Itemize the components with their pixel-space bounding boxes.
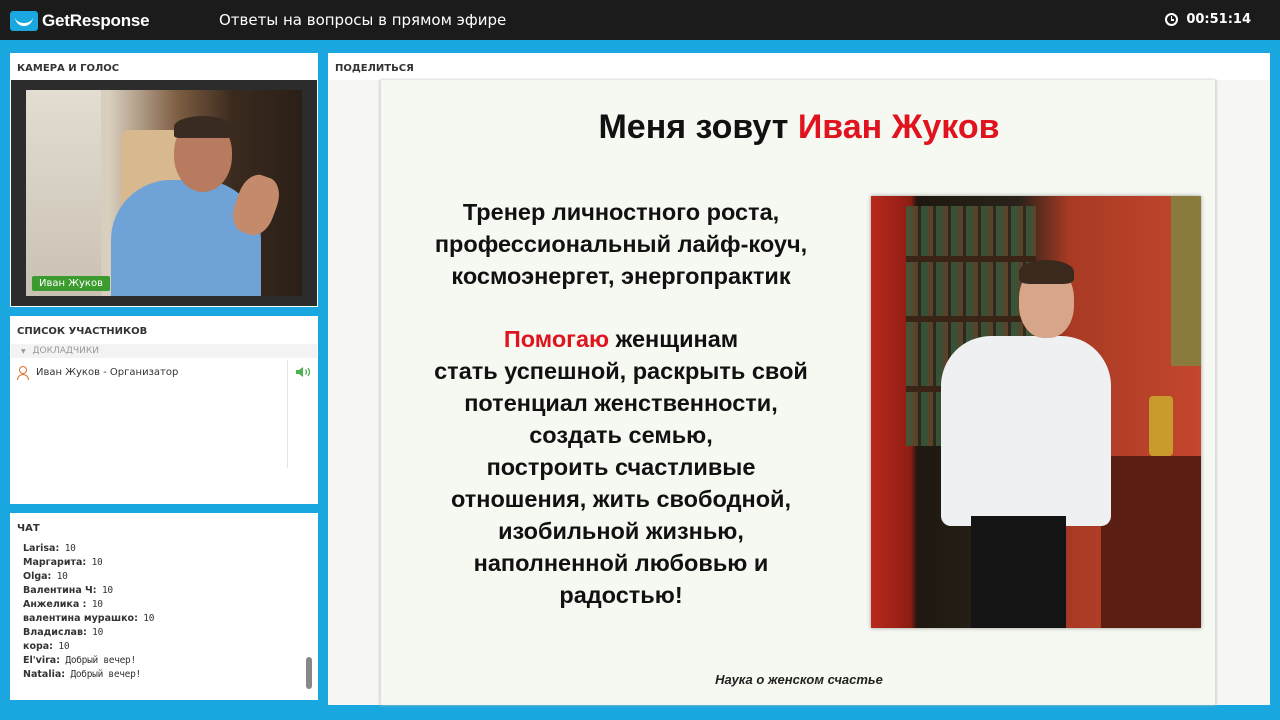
slide-caption: Наука о женском счастье	[715, 672, 883, 687]
slide-title-prefix: Меня зовут	[598, 108, 798, 146]
presenter-photo	[871, 196, 1201, 628]
chat-text: Добрый вечер!	[65, 669, 141, 680]
chat-author: валентина мурашко:	[23, 613, 138, 624]
slide-line: отношения, жить свободной,	[450, 486, 792, 512]
presentation-slide: Меня зовут Иван Жуков Тренер личностного…	[380, 80, 1216, 705]
column-divider	[287, 360, 288, 468]
clock-icon	[1165, 13, 1179, 26]
participants-panel-title: СПИСОК УЧАСТНИКОВ	[17, 326, 148, 337]
top-bar: GetResponse Ответы на вопросы в прямом э…	[0, 0, 1280, 40]
slide-line: радостью!	[559, 582, 683, 608]
presenter-name-tag: Иван Жуков	[32, 276, 110, 291]
chat-text: 10	[51, 571, 68, 582]
chat-text: 10	[59, 543, 76, 554]
collapse-arrow-icon[interactable]: ▼	[21, 348, 26, 355]
slide-highlight: Помогаю	[503, 326, 610, 352]
chat-author: Валентина Ч:	[23, 585, 97, 596]
share-panel: ПОДЕЛИТЬСЯ Меня зовут Иван Жуков Тренер …	[328, 53, 1270, 705]
chat-author: Владислав:	[23, 627, 87, 638]
chat-author: Olga:	[23, 571, 52, 582]
chat-message: Валентина Ч: 10	[23, 584, 303, 598]
slide-line: потенциал женственности,	[464, 390, 778, 416]
chat-message: Olga: 10	[23, 570, 303, 584]
chat-text: 10	[86, 599, 103, 610]
chat-message: Larisa: 10	[23, 542, 303, 556]
camera-frame: Иван Жуков	[11, 80, 317, 306]
speakers-group-label: ДОКЛАДЧИКИ	[32, 346, 100, 356]
participant-row[interactable]: Иван Жуков - Организатор	[16, 364, 286, 380]
chat-message: El'vira: Добрый вечер!	[23, 654, 303, 668]
slide-line: космоэнергет, энергопрактик	[451, 263, 791, 289]
camera-panel-title: КАМЕРА И ГОЛОС	[17, 63, 120, 74]
chat-message-list: Larisa: 10 Маргарита: 10 Olga: 10 Валент…	[23, 542, 303, 682]
slide-line: наполненной любовью и	[473, 550, 769, 576]
chat-message: валентина мурашко: 10	[23, 612, 303, 626]
chat-panel-title: ЧАТ	[17, 523, 40, 534]
chat-message: Natalia: Добрый вечер!	[23, 668, 303, 682]
chat-text: 10	[86, 557, 103, 568]
chat-author: Natalia:	[23, 669, 66, 680]
slide-highlight-rest: женщинам	[609, 326, 739, 352]
slide-title: Меня зовут Иван Жуков	[381, 108, 1217, 147]
presenter-video[interactable]: Иван Жуков	[26, 90, 302, 296]
slide-line: Тренер личностного роста,	[462, 199, 780, 225]
chat-message: Владислав: 10	[23, 626, 303, 640]
getresponse-logo-icon	[10, 11, 38, 31]
chat-panel: ЧАТ Larisa: 10 Маргарита: 10 Olga: 10 Ва…	[10, 513, 318, 700]
speakers-group-header[interactable]: ▼ ДОКЛАДЧИКИ	[11, 344, 317, 358]
speaker-volume-icon[interactable]	[295, 366, 313, 378]
chat-text: Добрый вечер!	[60, 655, 136, 666]
slide-line: изобильной жизнью,	[498, 518, 744, 544]
share-panel-title: ПОДЕЛИТЬСЯ	[335, 63, 414, 74]
slide-line: Помогаю женщинам	[401, 323, 841, 355]
brand-name: GetResponse	[42, 11, 150, 30]
chat-text: 10	[96, 585, 113, 596]
chat-scrollbar[interactable]	[306, 657, 312, 689]
slide-line: построить счастливые	[486, 454, 756, 480]
chat-author: Маргарита:	[23, 557, 87, 568]
webinar-title: Ответы на вопросы в прямом эфире	[219, 11, 507, 29]
chat-author: Анжелика :	[23, 599, 87, 610]
slide-line: создать семью,	[529, 422, 713, 448]
chat-author: El'vira:	[23, 655, 60, 666]
camera-panel: КАМЕРА И ГОЛОС Иван Жуков	[10, 53, 318, 307]
chat-text: 10	[52, 641, 70, 652]
participants-panel: СПИСОК УЧАСТНИКОВ ▼ ДОКЛАДЧИКИ Иван Жуко…	[10, 316, 318, 504]
chat-message: Маргарита: 10	[23, 556, 303, 570]
chat-message: кора: 10	[23, 640, 303, 654]
user-icon	[16, 365, 29, 380]
participant-name: Иван Жуков - Организатор	[36, 366, 179, 378]
logo: GetResponse	[10, 10, 150, 32]
session-timer: 00:51:14	[1165, 12, 1251, 27]
chat-author: кора:	[23, 641, 53, 652]
slide-title-name: Иван Жуков	[797, 108, 1000, 146]
chat-text: 10	[137, 613, 155, 624]
chat-message: Анжелика : 10	[23, 598, 303, 612]
timer-value: 00:51:14	[1186, 12, 1251, 27]
chat-author: Larisa:	[23, 543, 60, 554]
chat-text: 10	[86, 627, 104, 638]
slide-line: профессиональный лайф-коуч,	[434, 231, 808, 257]
slide-body: Тренер личностного роста, профессиональн…	[401, 196, 841, 611]
slide-area: Меня зовут Иван Жуков Тренер личностного…	[328, 80, 1270, 705]
slide-line: стать успешной, раскрыть свой	[434, 358, 808, 384]
